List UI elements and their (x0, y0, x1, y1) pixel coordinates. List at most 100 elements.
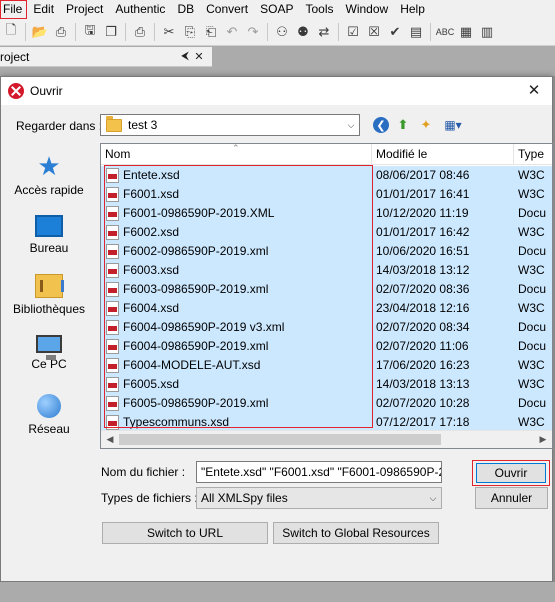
xmlspy-app-icon (8, 83, 24, 99)
main-toolbar: 🗋 📂 ⎙ 🖫 ❐ ⎙ ✂ ⎘ ⎗ ↶ ↷ ⚇ ⚉ ⇄ ☑ ☒ ✔ ▤ ABC … (0, 19, 555, 46)
file-date: 01/01/2017 16:42 (376, 225, 470, 239)
column-header-date[interactable]: Modifié le (372, 144, 514, 165)
check-icon[interactable]: ✔ (386, 23, 404, 41)
xml-file-icon (106, 320, 119, 335)
file-name: F6004-0986590P-2019.xml (123, 339, 269, 353)
menu-window[interactable]: Window (340, 0, 395, 19)
scroll-right-icon[interactable]: ▶ (534, 431, 552, 448)
paste-icon[interactable]: ⎗ (202, 23, 220, 41)
toolbar-separator (25, 23, 26, 41)
file-row[interactable]: F6002.xsd 01/01/2017 16:42 W3C (101, 223, 552, 242)
place-quick-access[interactable]: ★ Accès rapide (6, 153, 92, 211)
place-libraries[interactable]: Bibliothèques (6, 273, 92, 331)
file-row[interactable]: Entete.xsd 08/06/2017 08:46 W3C (101, 166, 552, 185)
back-icon[interactable]: ❮ (373, 117, 389, 133)
open-file-icon[interactable]: ⎙ (52, 23, 70, 41)
toolbar-separator (267, 23, 268, 41)
menu-authentic[interactable]: Authentic (109, 0, 171, 19)
file-list[interactable]: ⌃ Nom Modifié le Type Entete.xsd 08/06/20… (100, 143, 553, 449)
redo-icon[interactable]: ↷ (244, 23, 262, 41)
look-in-label: Regarder dans : (16, 119, 103, 133)
menu-db[interactable]: DB (171, 0, 200, 19)
place-desktop[interactable]: Bureau (6, 213, 92, 271)
copy-icon[interactable]: ⎘ (181, 23, 199, 41)
filetype-dropdown[interactable]: All XMLSpy files ⌵ (196, 487, 442, 509)
menu-tools[interactable]: Tools (300, 0, 340, 19)
places-bar: ★ Accès rapide Bureau Bibliothèques Ce P… (6, 143, 92, 447)
find-icon[interactable]: ⚇ (273, 23, 291, 41)
file-date: 14/03/2018 13:13 (376, 377, 470, 391)
column-header-type[interactable]: Type (514, 144, 552, 165)
file-row[interactable]: F6005-0986590P-2019.xml 02/07/2020 10:28 D… (101, 394, 552, 413)
column-header-name[interactable]: ⌃ Nom (101, 144, 372, 165)
open-folder-icon[interactable]: 📂 (31, 23, 49, 41)
file-row[interactable]: F6004-0986590P-2019 v3.xml 02/07/2020 08:… (101, 318, 552, 337)
look-in-value: test 3 (128, 118, 158, 132)
menu-project[interactable]: Project (60, 0, 109, 19)
xml-file-icon (106, 225, 119, 240)
column-header-name-label: Nom (105, 147, 131, 161)
folder-icon (106, 115, 122, 132)
look-in-dropdown[interactable]: test 3 ⌵ (100, 114, 360, 136)
cut-icon[interactable]: ✂ (160, 23, 178, 41)
file-row[interactable]: F6004.xsd 23/04/2018 12:16 W3C (101, 299, 552, 318)
menu-convert[interactable]: Convert (200, 0, 254, 19)
file-row[interactable]: F6002-0986590P-2019.xml 10/06/2020 16:51 D… (101, 242, 552, 261)
menu-soap[interactable]: SOAP (254, 0, 299, 19)
file-name: F6001.xsd (123, 187, 180, 201)
cancel-button[interactable]: Annuler (475, 487, 548, 509)
file-row[interactable]: F6004-0986590P-2019.xml 02/07/2020 11:06 D… (101, 337, 552, 356)
xml-file-icon (106, 168, 119, 183)
dialog-title: Ouvrir (30, 84, 63, 98)
find-next-icon[interactable]: ⚉ (294, 23, 312, 41)
xml-file-icon (106, 301, 119, 316)
file-date: 01/01/2017 16:41 (376, 187, 470, 201)
file-name: F6005-0986590P-2019.xml (123, 396, 269, 410)
up-folder-icon[interactable]: ⬆ (394, 116, 412, 134)
menu-help[interactable]: Help (394, 0, 431, 19)
file-date: 14/03/2018 13:12 (376, 263, 470, 277)
file-row[interactable]: F6003-0986590P-2019.xml 02/07/2020 08:36 D… (101, 280, 552, 299)
file-type: W3C (518, 358, 545, 372)
file-type: Docu (518, 339, 547, 353)
switch-to-global-resources-button[interactable]: Switch to Global Resources (273, 522, 439, 544)
close-icon[interactable]: ✕ (192, 50, 206, 63)
menu-edit[interactable]: Edit (27, 0, 60, 19)
place-network[interactable]: Réseau (6, 393, 92, 451)
scrollbar-thumb[interactable] (119, 434, 441, 445)
text-icon[interactable]: ▥ (478, 23, 496, 41)
switch-to-url-button[interactable]: Switch to URL (102, 522, 268, 544)
dialog-close-button[interactable]: ✕ (524, 81, 544, 101)
file-row[interactable]: F6001-0986590P-2019.XML 10/12/2020 11:19 D… (101, 204, 552, 223)
file-row[interactable]: F6004-MODELE-AUT.xsd 17/06/2020 16:23 W3C (101, 356, 552, 375)
validate-icon[interactable]: ☑ (344, 23, 362, 41)
check-wellformed-icon[interactable]: ☒ (365, 23, 383, 41)
schema-icon[interactable]: ▤ (407, 23, 425, 41)
save-icon[interactable]: 🖫 (81, 22, 99, 41)
horizontal-scrollbar[interactable]: ◀ ▶ (101, 430, 552, 448)
file-row[interactable]: F6001.xsd 01/01/2017 16:41 W3C (101, 185, 552, 204)
spelling-icon[interactable]: ABC (436, 23, 455, 41)
place-this-pc[interactable]: Ce PC (6, 333, 92, 391)
file-row[interactable]: F6003.xsd 14/03/2018 13:12 W3C (101, 261, 552, 280)
menu-file[interactable]: File (0, 0, 28, 19)
undo-icon[interactable]: ↶ (223, 23, 241, 41)
replace-icon[interactable]: ⇄ (315, 23, 333, 41)
print-icon[interactable]: ⎙ (131, 23, 149, 41)
file-date: 02/07/2020 11:06 (376, 339, 469, 353)
new-document-icon[interactable]: 🗋 (2, 22, 20, 41)
new-folder-icon[interactable]: ✦ (417, 116, 435, 134)
file-row[interactable]: F6005.xsd 14/03/2018 13:13 W3C (101, 375, 552, 394)
file-date: 17/06/2020 16:23 (376, 358, 470, 372)
save-all-icon[interactable]: ❐ (102, 23, 120, 41)
filename-input[interactable]: "Entete.xsd" "F6001.xsd" "F6001-0986590P… (196, 461, 442, 483)
scroll-left-icon[interactable]: ◀ (101, 431, 119, 448)
toolbar-separator (430, 23, 431, 41)
view-menu-icon[interactable]: ▦▾ (440, 116, 466, 134)
pin-icon[interactable]: ⮜ (178, 50, 192, 63)
grid-icon[interactable]: ▦ (457, 23, 475, 41)
file-type: W3C (518, 187, 545, 201)
open-button[interactable]: Ouvrir (476, 463, 546, 483)
libraries-icon (35, 274, 64, 298)
file-date: 23/04/2018 12:16 (376, 301, 470, 315)
